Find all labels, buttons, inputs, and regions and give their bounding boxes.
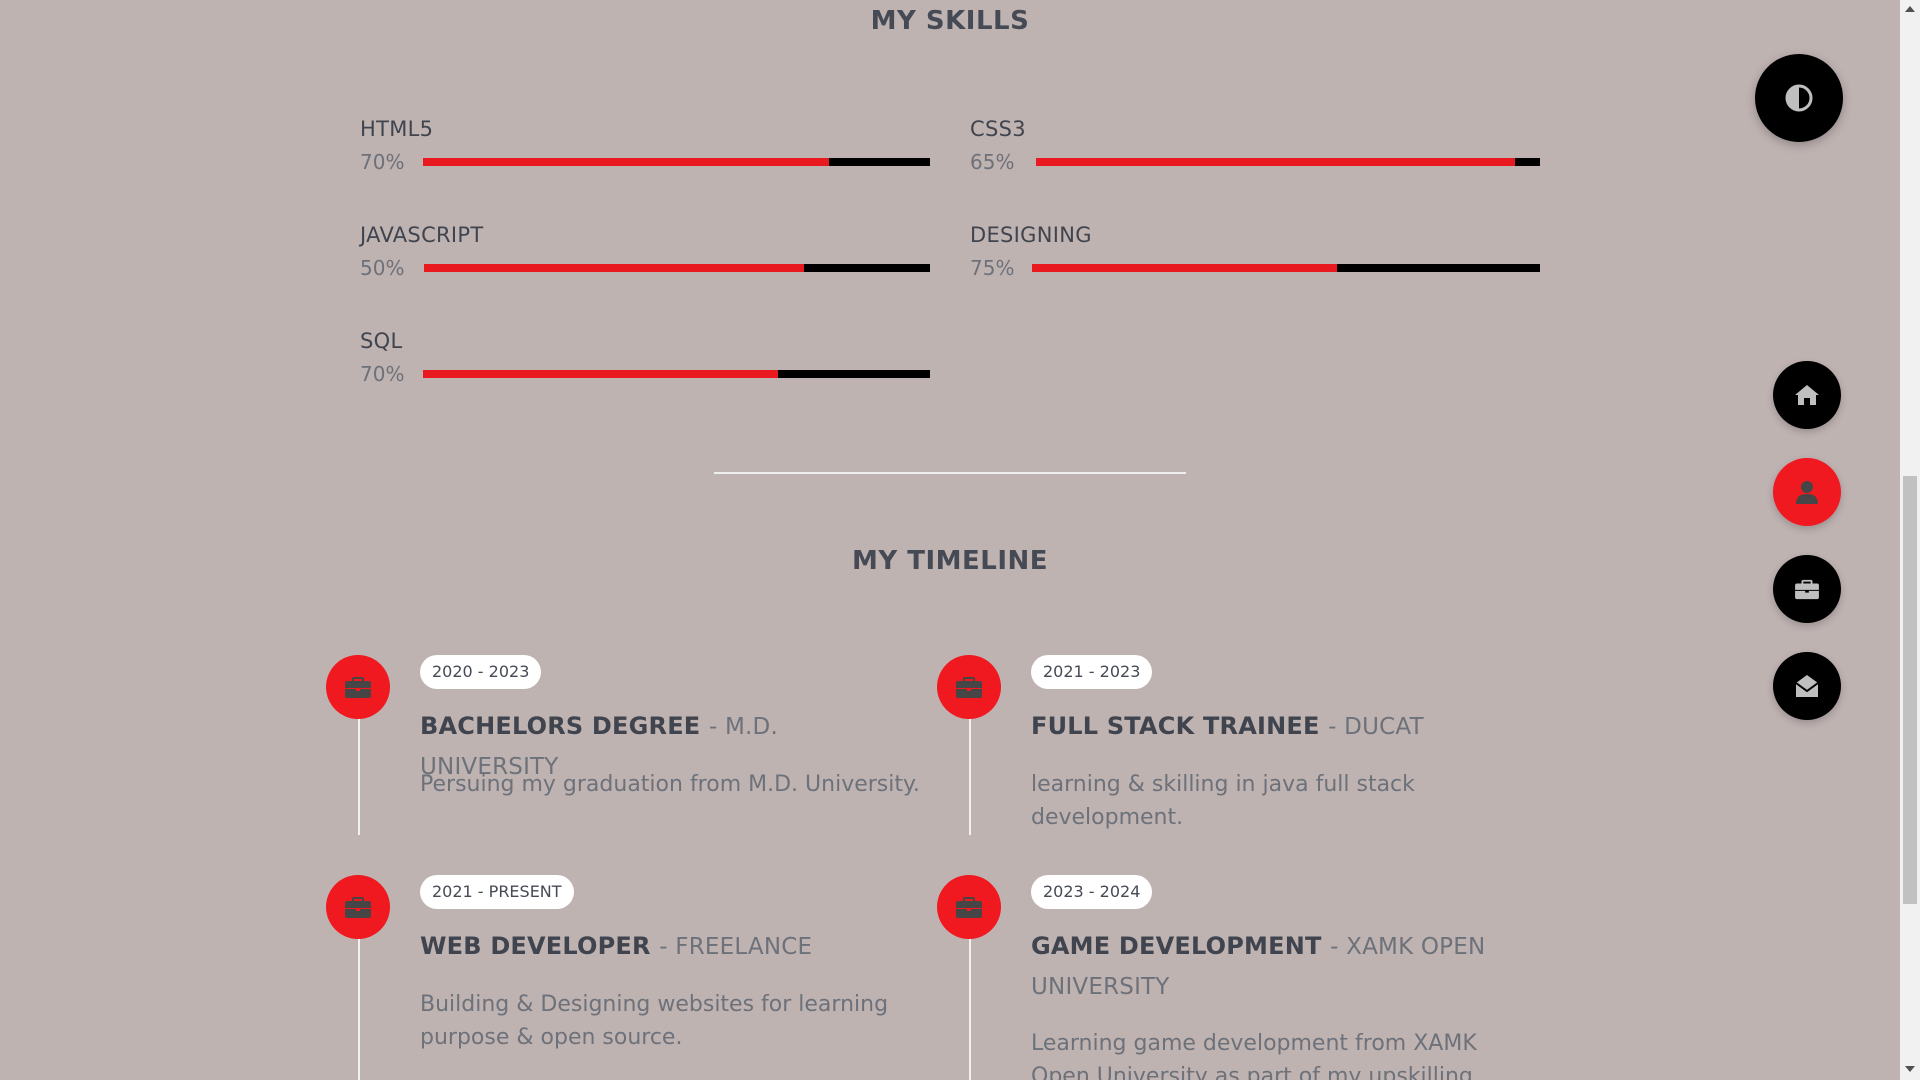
timeline-title: FULL STACK TRAINEE - DUCAT [1031, 707, 1531, 747]
timeline-item: 2023 - 2024 GAME DEVELOPMENT - XAMK OPEN… [937, 875, 1517, 1080]
skill-name: CSS3 [970, 117, 1026, 141]
timeline-date-badge: 2020 - 2023 [420, 655, 542, 689]
skill-html5: HTML5 70% [360, 117, 930, 177]
briefcase-icon [937, 655, 1001, 719]
timeline-role: WEB DEVELOPER [420, 932, 651, 960]
timeline-date-badge: 2021 - PRESENT [420, 875, 574, 909]
skill-percent: 75% [970, 256, 1015, 280]
page: MY SKILLS HTML5 70% CSS3 65% JAVASCRIPT … [0, 0, 1920, 1080]
skill-javascript: JAVASCRIPT 50% [360, 223, 930, 283]
page-scrollbar[interactable] [1900, 0, 1920, 1080]
skill-css3: CSS3 65% [970, 117, 1540, 177]
skill-progress-fill [1032, 264, 1337, 272]
skill-progress-fill [423, 158, 829, 166]
skill-sql: SQL 70% [360, 329, 930, 389]
timeline-description: Learning game development from XAMK Open… [1031, 1031, 1477, 1080]
timeline-description: Building & Designing websites for learni… [420, 992, 889, 1050]
skill-name: HTML5 [360, 117, 434, 141]
skill-name: DESIGNING [970, 223, 1092, 247]
timeline-title: GAME DEVELOPMENT - XAMK OPEN UNIVERSITY [1031, 927, 1531, 1007]
timeline-line [969, 717, 971, 835]
timeline-item: 2021 - PRESENT WEB DEVELOPER - FREELANCE… [326, 875, 906, 1080]
user-icon [1796, 481, 1818, 504]
nav-portfolio-button[interactable] [1773, 555, 1841, 623]
timeline-description: Persuing my graduation from M.D. Univers… [420, 772, 920, 797]
skill-progress-bar [423, 158, 930, 166]
scroll-thumb[interactable] [1903, 476, 1917, 904]
briefcase-icon [326, 875, 390, 939]
briefcase-icon [937, 875, 1001, 939]
timeline-role: GAME DEVELOPMENT [1031, 932, 1322, 960]
timeline-item: 2020 - 2023 BACHELORS DEGREE - M.D. UNIV… [326, 655, 920, 835]
briefcase-icon [326, 655, 390, 719]
skill-name: SQL [360, 329, 403, 353]
skill-progress-fill [1036, 158, 1515, 166]
skill-percent: 50% [360, 256, 405, 280]
skill-name: JAVASCRIPT [360, 223, 484, 247]
skill-progress-fill [423, 370, 778, 378]
contrast-icon [1785, 84, 1813, 112]
nav-about-button[interactable] [1773, 458, 1841, 526]
skill-percent: 70% [360, 150, 405, 174]
skill-progress-fill [424, 264, 804, 272]
skill-progress-bar [1032, 264, 1540, 272]
skill-designing: DESIGNING 75% [970, 223, 1540, 283]
nav-contact-button[interactable] [1773, 652, 1841, 720]
skill-progress-bar [423, 370, 930, 378]
timeline-organization: - DUCAT [1328, 714, 1424, 740]
briefcase-icon [1795, 579, 1819, 600]
scroll-down-arrow[interactable] [1905, 1066, 1915, 1072]
timeline-title: WEB DEVELOPER - FREELANCE [420, 927, 920, 967]
envelope-open-icon [1795, 675, 1819, 697]
timeline-line [969, 937, 971, 1080]
timeline-role: FULL STACK TRAINEE [1031, 712, 1320, 740]
timeline-line [358, 717, 360, 835]
timeline-role: BACHELORS DEGREE [420, 712, 701, 740]
home-icon [1795, 385, 1819, 405]
section-divider [714, 472, 1186, 474]
timeline-organization: - FREELANCE [659, 934, 813, 960]
timeline-section-title: MY TIMELINE [851, 546, 1049, 576]
skill-progress-bar [424, 264, 930, 272]
scroll-up-arrow[interactable] [1905, 6, 1915, 12]
skill-percent: 70% [360, 362, 405, 386]
timeline-item: 2021 - 2023 FULL STACK TRAINEE - DUCAT l… [937, 655, 1517, 835]
timeline-description: learning & skilling in java full stack d… [1031, 772, 1415, 830]
timeline-line [358, 937, 360, 1080]
timeline-date-badge: 2021 - 2023 [1031, 655, 1153, 689]
nav-home-button[interactable] [1773, 361, 1841, 429]
skill-progress-bar [1036, 158, 1540, 166]
theme-toggle-button[interactable] [1755, 54, 1843, 142]
skill-percent: 65% [970, 150, 1015, 174]
timeline-date-badge: 2023 - 2024 [1031, 875, 1153, 909]
skills-section-title: MY SKILLS [870, 6, 1030, 36]
